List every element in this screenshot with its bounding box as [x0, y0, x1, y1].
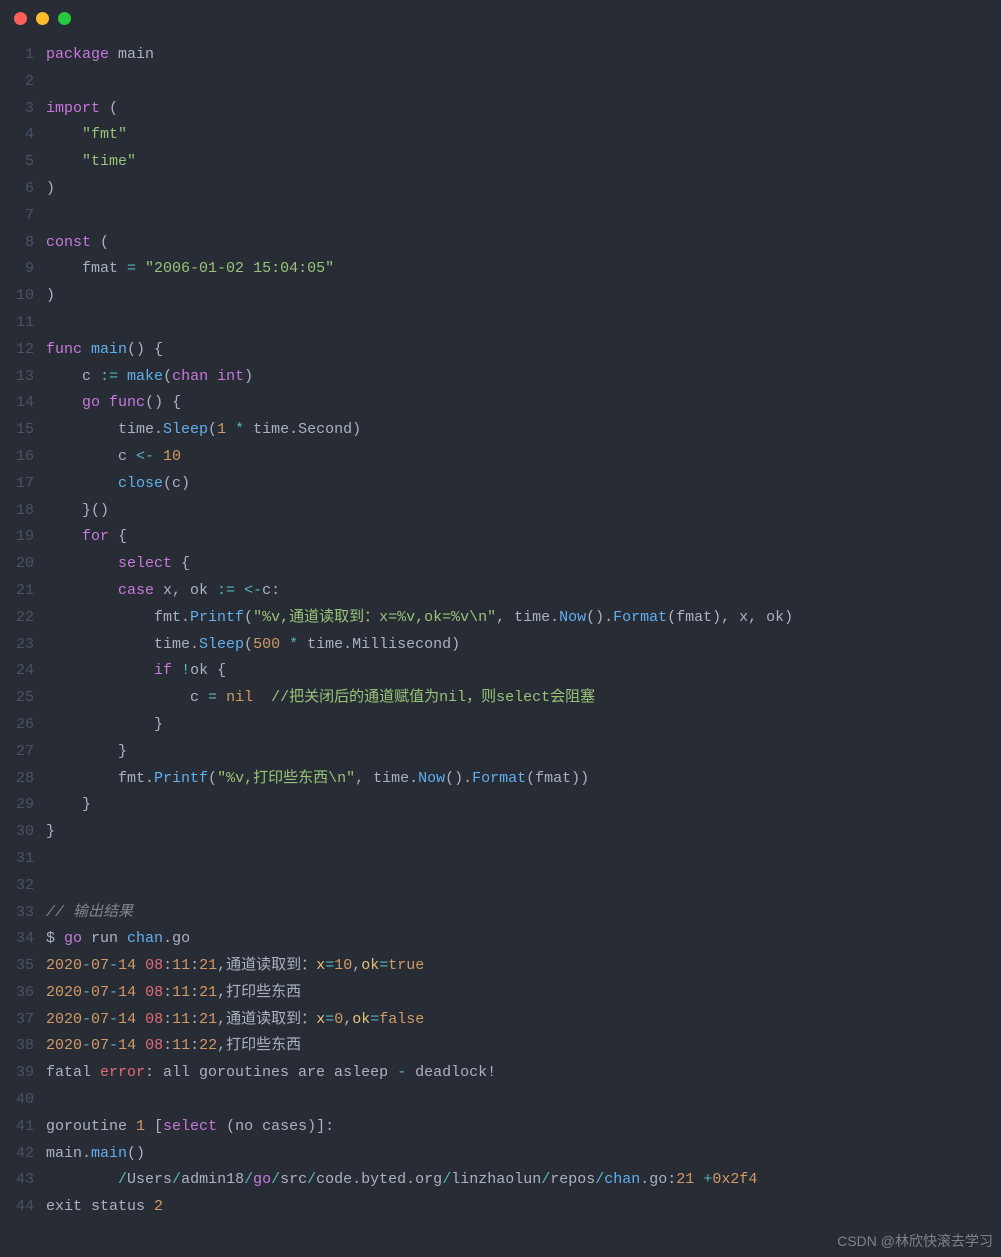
code-line[interactable]: c <- 10 — [46, 444, 1001, 471]
line-number: 36 — [0, 980, 34, 1007]
code-line[interactable]: } — [46, 712, 1001, 739]
code-line[interactable]: fatal error: all goroutines are asleep -… — [46, 1060, 1001, 1087]
code-line[interactable]: for { — [46, 524, 1001, 551]
line-number: 15 — [0, 417, 34, 444]
line-number: 1 — [0, 42, 34, 69]
line-number: 23 — [0, 632, 34, 659]
code-line[interactable]: // 输出结果 — [46, 900, 1001, 927]
line-number: 43 — [0, 1167, 34, 1194]
line-number-gutter: 1234567891011121314151617181920212223242… — [0, 42, 46, 1221]
line-number: 21 — [0, 578, 34, 605]
code-line[interactable]: } — [46, 819, 1001, 846]
code-line[interactable]: ) — [46, 283, 1001, 310]
code-line[interactable]: /Users/admin18/go/src/code.byted.org/lin… — [46, 1167, 1001, 1194]
code-line[interactable] — [46, 1087, 1001, 1114]
line-number: 38 — [0, 1033, 34, 1060]
line-number: 44 — [0, 1194, 34, 1221]
code-line[interactable]: "time" — [46, 149, 1001, 176]
code-line[interactable]: if !ok { — [46, 658, 1001, 685]
code-line[interactable]: package main — [46, 42, 1001, 69]
code-line[interactable]: select { — [46, 551, 1001, 578]
code-line[interactable]: time.Sleep(500 * time.Millisecond) — [46, 632, 1001, 659]
code-line[interactable]: func main() { — [46, 337, 1001, 364]
line-number: 12 — [0, 337, 34, 364]
line-number: 19 — [0, 524, 34, 551]
code-line[interactable]: exit status 2 — [46, 1194, 1001, 1221]
line-number: 22 — [0, 605, 34, 632]
code-line[interactable]: "fmt" — [46, 122, 1001, 149]
code-line[interactable]: }() — [46, 498, 1001, 525]
code-line[interactable] — [46, 846, 1001, 873]
minimize-icon[interactable] — [36, 12, 49, 25]
line-number: 25 — [0, 685, 34, 712]
line-number: 18 — [0, 498, 34, 525]
line-number: 16 — [0, 444, 34, 471]
line-number: 8 — [0, 230, 34, 257]
code-line[interactable]: fmt.Printf("%v,打印些东西\n", time.Now().Form… — [46, 766, 1001, 793]
code-line[interactable]: 2020-07-14 08:11:21,通道读取到：x=10,ok=true — [46, 953, 1001, 980]
line-number: 33 — [0, 900, 34, 927]
code-line[interactable]: go func() { — [46, 390, 1001, 417]
code-line[interactable]: const ( — [46, 230, 1001, 257]
line-number: 24 — [0, 658, 34, 685]
code-line[interactable]: } — [46, 792, 1001, 819]
line-number: 41 — [0, 1114, 34, 1141]
line-number: 10 — [0, 283, 34, 310]
line-number: 34 — [0, 926, 34, 953]
code-line[interactable]: import ( — [46, 96, 1001, 123]
line-number: 35 — [0, 953, 34, 980]
line-number: 9 — [0, 256, 34, 283]
code-line[interactable]: fmt.Printf("%v,通道读取到：x=%v,ok=%v\n", time… — [46, 605, 1001, 632]
code-line[interactable]: time.Sleep(1 * time.Second) — [46, 417, 1001, 444]
code-line[interactable] — [46, 873, 1001, 900]
line-number: 31 — [0, 846, 34, 873]
close-icon[interactable] — [14, 12, 27, 25]
code-line[interactable]: c := make(chan int) — [46, 364, 1001, 391]
line-number: 39 — [0, 1060, 34, 1087]
line-number: 20 — [0, 551, 34, 578]
watermark-text: CSDN @林欣快滚去学习 — [837, 1231, 993, 1251]
line-number: 3 — [0, 96, 34, 123]
code-line[interactable]: main.main() — [46, 1141, 1001, 1168]
code-line[interactable]: 2020-07-14 08:11:21,打印些东西 — [46, 980, 1001, 1007]
code-line[interactable]: $ go run chan.go — [46, 926, 1001, 953]
code-line[interactable]: goroutine 1 [select (no cases)]: — [46, 1114, 1001, 1141]
line-number: 17 — [0, 471, 34, 498]
code-line[interactable]: case x, ok := <-c: — [46, 578, 1001, 605]
code-line[interactable]: } — [46, 739, 1001, 766]
window-titlebar — [0, 0, 1001, 36]
line-number: 11 — [0, 310, 34, 337]
code-line[interactable]: c = nil //把关闭后的通道赋值为nil，则select会阻塞 — [46, 685, 1001, 712]
code-line[interactable] — [46, 69, 1001, 96]
code-line[interactable]: fmat = "2006-01-02 15:04:05" — [46, 256, 1001, 283]
line-number: 37 — [0, 1007, 34, 1034]
code-line[interactable]: close(c) — [46, 471, 1001, 498]
line-number: 30 — [0, 819, 34, 846]
line-number: 13 — [0, 364, 34, 391]
line-number: 2 — [0, 69, 34, 96]
line-number: 26 — [0, 712, 34, 739]
code-content[interactable]: package main import ( "fmt" "time") cons… — [46, 42, 1001, 1221]
code-line[interactable] — [46, 310, 1001, 337]
line-number: 5 — [0, 149, 34, 176]
line-number: 7 — [0, 203, 34, 230]
line-number: 40 — [0, 1087, 34, 1114]
line-number: 14 — [0, 390, 34, 417]
code-editor[interactable]: 1234567891011121314151617181920212223242… — [0, 36, 1001, 1221]
code-line[interactable]: 2020-07-14 08:11:21,通道读取到：x=0,ok=false — [46, 1007, 1001, 1034]
code-line[interactable]: ) — [46, 176, 1001, 203]
line-number: 4 — [0, 122, 34, 149]
line-number: 6 — [0, 176, 34, 203]
line-number: 27 — [0, 739, 34, 766]
zoom-icon[interactable] — [58, 12, 71, 25]
code-line[interactable] — [46, 203, 1001, 230]
line-number: 28 — [0, 766, 34, 793]
line-number: 32 — [0, 873, 34, 900]
line-number: 29 — [0, 792, 34, 819]
code-line[interactable]: 2020-07-14 08:11:22,打印些东西 — [46, 1033, 1001, 1060]
line-number: 42 — [0, 1141, 34, 1168]
